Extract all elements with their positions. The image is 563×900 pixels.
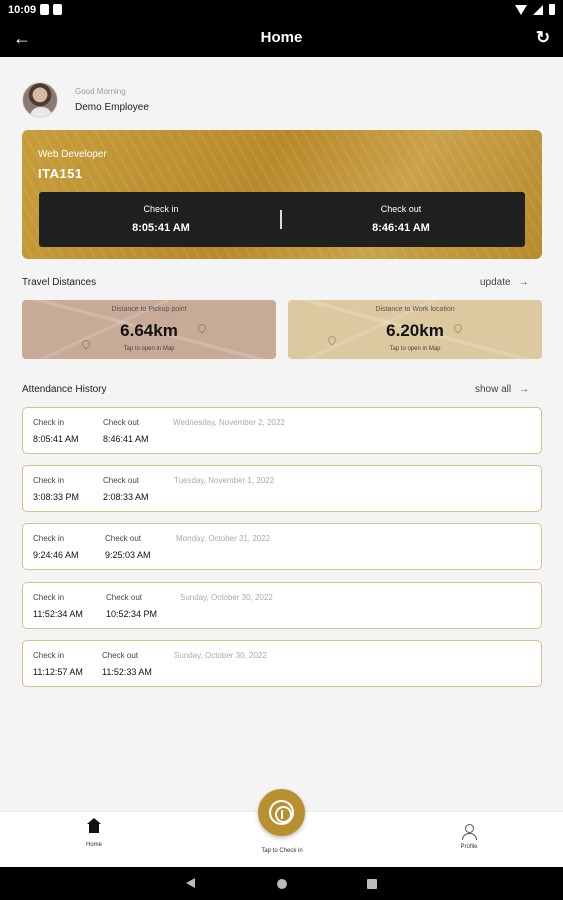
nav-home-label: Home — [85, 842, 102, 848]
status-bar: 10:09 — [0, 0, 563, 20]
page-title: Home — [260, 29, 303, 46]
check-in-block: Check in 8:05:41 AM — [61, 204, 261, 234]
check-out-label: Check out — [103, 418, 140, 427]
check-in-label: Check in — [33, 476, 65, 485]
signal-icon — [533, 4, 543, 15]
wifi-icon — [515, 4, 527, 15]
app-bar: ← Home ↻ — [0, 20, 563, 57]
check-out-label: Check out — [103, 476, 140, 485]
check-out-time: 9:25:03 AM — [105, 550, 151, 560]
profile-icon — [462, 824, 477, 840]
list-item[interactable]: Check in 11:52:34 AM Check out 10:52:34 … — [22, 582, 542, 629]
work-distance-card[interactable]: Distance to Work location 6.20km Tap to … — [288, 300, 542, 359]
attendance-date: Tuesday, November 1, 2022 — [174, 476, 275, 485]
battery-icon — [549, 4, 555, 15]
check-out-label: Check out — [102, 651, 139, 660]
check-out-time: 2:08:33 AM — [103, 492, 149, 502]
today-attendance: Check in 8:05:41 AM Check out 8:46:41 AM — [39, 192, 525, 247]
check-in-button-label: Tap to Check in — [261, 848, 303, 854]
check-out-label: Check out — [105, 534, 142, 543]
arrow-right-icon: → — [518, 277, 529, 288]
refresh-icon[interactable]: ↻ — [531, 26, 555, 50]
sim-icon — [53, 4, 62, 15]
system-recents-icon[interactable] — [367, 879, 377, 889]
attendance-history-title: Attendance History — [22, 384, 107, 395]
system-back-icon[interactable] — [186, 878, 195, 888]
home-icon — [87, 818, 101, 836]
show-all-button[interactable]: show all → — [475, 384, 529, 395]
work-distance-value: 6.20km — [386, 321, 444, 340]
check-out-time: 11:52:33 AM — [102, 667, 152, 677]
list-item[interactable]: Check in 11:12:57 AM Check out 11:52:33 … — [22, 640, 542, 687]
check-in-time: 8:05:41 AM — [33, 434, 79, 444]
list-item[interactable]: Check in 8:05:41 AM Check out 8:46:41 AM… — [22, 407, 542, 454]
update-label: update — [480, 277, 511, 288]
nav-profile-label: Profile — [460, 844, 478, 850]
check-in-time: 11:12:57 AM — [33, 667, 83, 677]
check-in-label: Check in — [33, 651, 65, 660]
check-out-block: Check out 8:46:41 AM — [301, 204, 501, 234]
system-status-icons — [515, 4, 555, 15]
attendance-date: Sunday, October 30, 2022 — [174, 651, 267, 660]
check-in-label: Check in — [33, 534, 65, 543]
check-in-time: 11:52:34 AM — [33, 609, 83, 619]
check-out-label: Check out — [106, 593, 143, 602]
notification-icons — [40, 4, 62, 15]
greeting-name: Demo Employee — [75, 102, 149, 113]
notification-icon — [40, 4, 49, 15]
divider — [280, 210, 282, 229]
attendance-date: Monday, October 31, 2022 — [176, 534, 271, 543]
work-distance-label: Distance to Work location — [375, 306, 455, 313]
status-time: 10:09 — [8, 4, 37, 16]
check-out-time: 10:52:34 PM — [106, 609, 158, 619]
attendance-date: Sunday, October 30, 2022 — [180, 593, 273, 602]
job-role: Web Developer — [38, 149, 107, 160]
check-in-time: 9:24:46 AM — [33, 550, 79, 560]
update-button[interactable]: update → — [480, 277, 529, 288]
check-in-button[interactable] — [258, 789, 305, 836]
pickup-map-hint: Tap to open in Map — [123, 346, 175, 352]
nav-profile[interactable]: Profile — [452, 824, 486, 850]
job-card: Web Developer ITA151 Check in 8:05:41 AM… — [22, 130, 542, 259]
pickup-distance-card[interactable]: Distance to Pickup point 6.64km Tap to o… — [22, 300, 276, 359]
pickup-distance-label: Distance to Pickup point — [111, 306, 187, 313]
check-in-label: Check in — [143, 204, 179, 214]
avatar — [22, 82, 58, 118]
show-all-label: show all — [475, 384, 512, 395]
check-in-label: Check in — [33, 418, 65, 427]
check-out-label: Check out — [380, 204, 422, 214]
list-item[interactable]: Check in 3:08:33 PM Check out 2:08:33 AM… — [22, 465, 542, 512]
system-home-icon[interactable] — [277, 879, 287, 889]
system-navigation-bar — [0, 867, 563, 900]
arrow-right-icon: → — [519, 384, 530, 395]
fingerprint-icon — [269, 800, 294, 825]
attendance-date: Wednesday, November 2, 2022 — [173, 418, 285, 427]
check-out-time: 8:46:41 AM — [372, 222, 430, 234]
check-in-time: 3:08:33 PM — [33, 492, 80, 502]
list-item[interactable]: Check in 9:24:46 AM Check out 9:25:03 AM… — [22, 523, 542, 570]
check-in-label: Check in — [33, 593, 65, 602]
travel-distances-title: Travel Distances — [22, 277, 97, 288]
work-map-hint: Tap to open in Map — [389, 346, 441, 352]
check-in-time: 8:05:41 AM — [132, 222, 190, 234]
nav-home[interactable]: Home — [78, 818, 110, 848]
job-code: ITA151 — [38, 166, 83, 181]
check-out-time: 8:46:41 AM — [103, 434, 149, 444]
greeting-salutation: Good Morning — [75, 87, 126, 96]
pickup-distance-value: 6.64km — [120, 321, 178, 340]
